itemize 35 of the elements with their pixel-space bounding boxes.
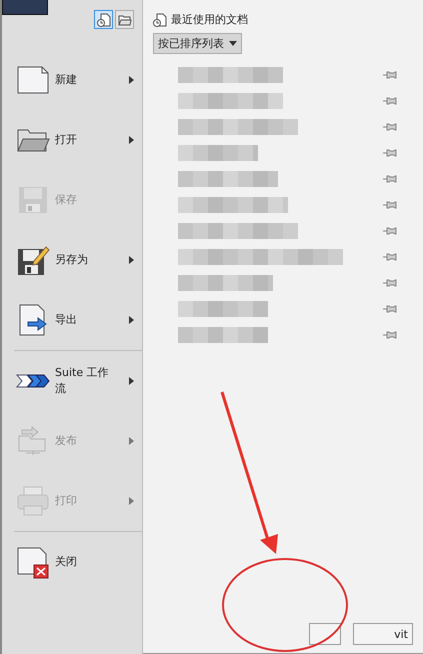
pin-icon[interactable] (383, 330, 397, 340)
pin-icon[interactable] (383, 96, 397, 106)
pin-icon[interactable] (383, 226, 397, 236)
app-menu-button[interactable] (2, 0, 48, 15)
submenu-arrow-icon (129, 76, 134, 84)
footer-button[interactable] (309, 623, 341, 645)
submenu-arrow-icon (129, 437, 134, 445)
menu-item[interactable]: Suite 工作流 (2, 351, 142, 411)
recent-documents-icon (153, 12, 167, 26)
menu-item[interactable]: 打开 (2, 110, 142, 170)
pin-icon[interactable] (383, 70, 397, 80)
recent-documents-button[interactable] (94, 10, 113, 29)
pin-icon[interactable] (383, 122, 397, 132)
pin-icon[interactable] (383, 252, 397, 262)
recent-documents-title: 最近使用的文档 (171, 12, 248, 27)
pin-icon[interactable] (383, 200, 397, 210)
exit-button[interactable]: vit (353, 623, 413, 645)
menu-item[interactable]: 导出 (2, 290, 142, 350)
submenu-arrow-icon (129, 497, 134, 505)
menu-item[interactable]: 新建 (2, 50, 142, 110)
pin-icon[interactable] (383, 304, 397, 314)
sort-dropdown[interactable]: 按已排序列表 (153, 33, 242, 54)
menu-item[interactable]: 关闭 (2, 532, 142, 592)
pin-icon[interactable] (383, 278, 397, 288)
submenu-arrow-icon (129, 136, 134, 144)
pin-icon[interactable] (383, 174, 397, 184)
print-icon (16, 484, 50, 518)
open-documents-button[interactable] (115, 10, 134, 29)
close-icon (16, 545, 50, 579)
pin-icon[interactable] (383, 148, 397, 158)
submenu-arrow-icon (129, 256, 134, 264)
dropdown-caret-icon (229, 41, 237, 46)
submenu-arrow-icon (129, 377, 134, 385)
menu-item[interactable]: 另存为 (2, 230, 142, 290)
submenu-arrow-icon (129, 316, 134, 324)
